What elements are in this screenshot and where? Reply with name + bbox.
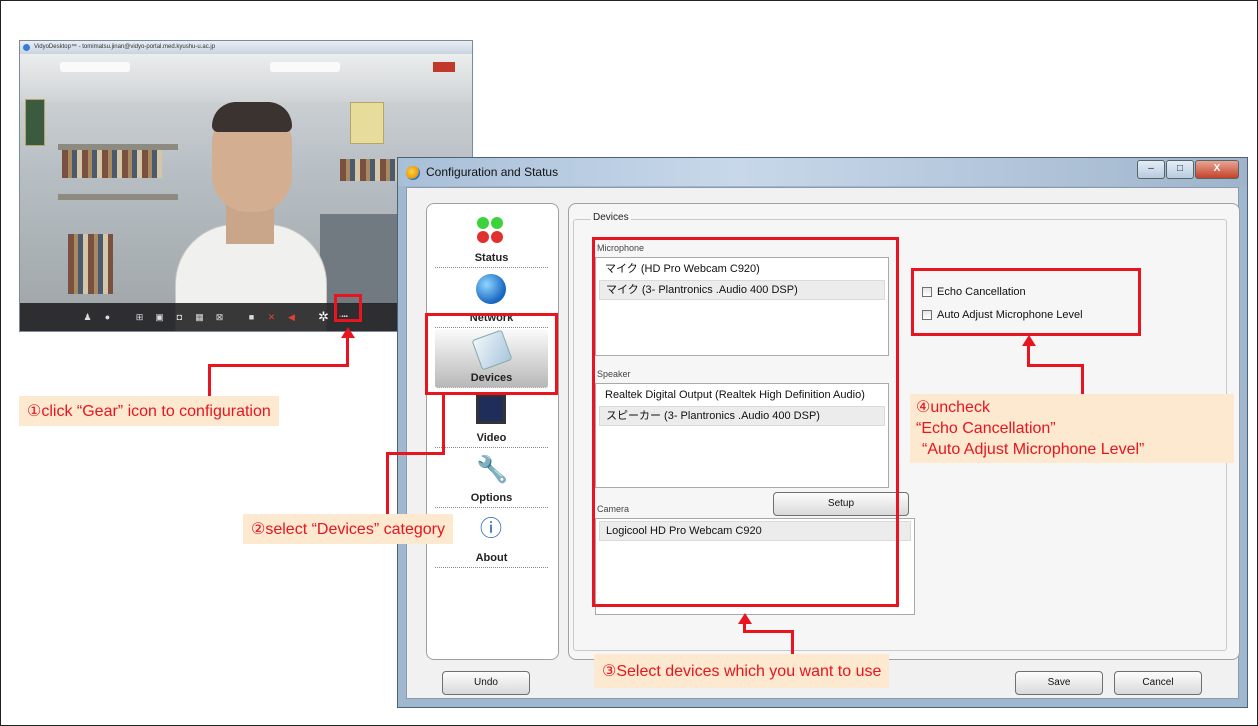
step1-callout: ①click “Gear” icon to configuration bbox=[19, 396, 279, 426]
step2-line bbox=[442, 394, 445, 454]
ceiling-light bbox=[60, 62, 130, 72]
step3-line bbox=[791, 630, 794, 654]
close-button[interactable]: X bbox=[1195, 160, 1239, 179]
step4-callout: ④uncheck “Echo Cancellation” “Auto Adjus… bbox=[910, 394, 1234, 463]
video-titlebar: VidyoDesktop™ - tomimatsu.jinan@vidyo-po… bbox=[20, 41, 472, 54]
minimize-button[interactable]: – bbox=[1137, 160, 1165, 179]
step2-line bbox=[386, 452, 389, 514]
shelf bbox=[58, 194, 178, 200]
category-label: Video bbox=[476, 432, 507, 444]
category-label: Options bbox=[470, 492, 513, 504]
layout-icon[interactable]: ⊞ bbox=[132, 311, 147, 323]
checkbox-highlight-box bbox=[911, 268, 1141, 336]
step4-line bbox=[1081, 364, 1084, 394]
self-view-icon[interactable]: ▣ bbox=[152, 311, 167, 323]
pip-icon[interactable]: ⊠ bbox=[212, 311, 227, 323]
books bbox=[68, 234, 113, 294]
step3-line bbox=[743, 630, 794, 633]
video-icon bbox=[476, 394, 506, 424]
device-lists-highlight-box bbox=[592, 237, 899, 607]
step2-callout: ②select “Devices” category bbox=[243, 514, 453, 544]
chat-icon[interactable]: ● bbox=[100, 311, 115, 323]
devices-group-label: Devices bbox=[591, 212, 631, 223]
window-title: Configuration and Status bbox=[426, 165, 559, 179]
step4-line bbox=[1027, 364, 1084, 367]
step1-line bbox=[208, 364, 211, 396]
step4-line1: ④uncheck bbox=[916, 399, 990, 416]
step1-line bbox=[208, 364, 349, 367]
camera-icon[interactable]: ■ bbox=[244, 311, 259, 323]
books bbox=[62, 150, 162, 178]
wall-poster bbox=[350, 102, 384, 144]
gear-highlight-box bbox=[334, 294, 362, 322]
category-label: About bbox=[475, 552, 508, 564]
category-status[interactable]: Status bbox=[435, 209, 548, 268]
fullscreen-icon[interactable]: ▦ bbox=[192, 311, 207, 323]
wall-picture bbox=[25, 99, 45, 146]
person-hair bbox=[212, 102, 292, 132]
category-video[interactable]: Video bbox=[435, 389, 548, 448]
wrench-icon: 🔧 bbox=[476, 454, 509, 484]
globe-icon bbox=[476, 274, 506, 304]
ceiling-light bbox=[270, 62, 340, 72]
status-icon bbox=[476, 214, 506, 244]
step4-line3: “Auto Adjust Microphone Level” bbox=[922, 441, 1145, 458]
books bbox=[340, 159, 400, 181]
video-window-title: VidyoDesktop™ - tomimatsu.jinan@vidyo-po… bbox=[34, 44, 216, 50]
speaker-muted-icon[interactable]: ◀ bbox=[284, 311, 299, 323]
config-titlebar: Configuration and Status – □ X bbox=[398, 158, 1247, 186]
undo-button[interactable]: Undo bbox=[442, 671, 530, 695]
gear-icon[interactable]: ✲ bbox=[316, 310, 331, 323]
step3-callout: ③Select devices which you want to use bbox=[594, 654, 890, 688]
red-object bbox=[433, 62, 455, 72]
category-options[interactable]: 🔧 Options bbox=[435, 449, 548, 508]
maximize-button[interactable]: □ bbox=[1166, 160, 1194, 179]
window-controls: – □ X bbox=[1136, 160, 1239, 179]
save-button[interactable]: Save bbox=[1015, 671, 1103, 695]
devices-category-highlight-box bbox=[425, 313, 558, 395]
vidyo-logo-icon bbox=[23, 44, 30, 51]
vidyo-app-icon bbox=[406, 166, 420, 180]
share-icon[interactable]: ◘ bbox=[172, 311, 187, 323]
step1-line bbox=[346, 337, 349, 367]
step4-line2: “Echo Cancellation” bbox=[916, 420, 1056, 437]
step2-line bbox=[386, 452, 445, 455]
contacts-icon[interactable]: ♟ bbox=[80, 311, 95, 323]
cancel-button[interactable]: Cancel bbox=[1114, 671, 1202, 695]
mic-muted-icon[interactable]: ✕ bbox=[264, 311, 279, 323]
info-icon: ⓘ bbox=[479, 516, 502, 541]
category-label: Status bbox=[474, 252, 509, 264]
category-sidebar: Status Network Devices Video 🔧 Options ⓘ… bbox=[426, 203, 559, 660]
